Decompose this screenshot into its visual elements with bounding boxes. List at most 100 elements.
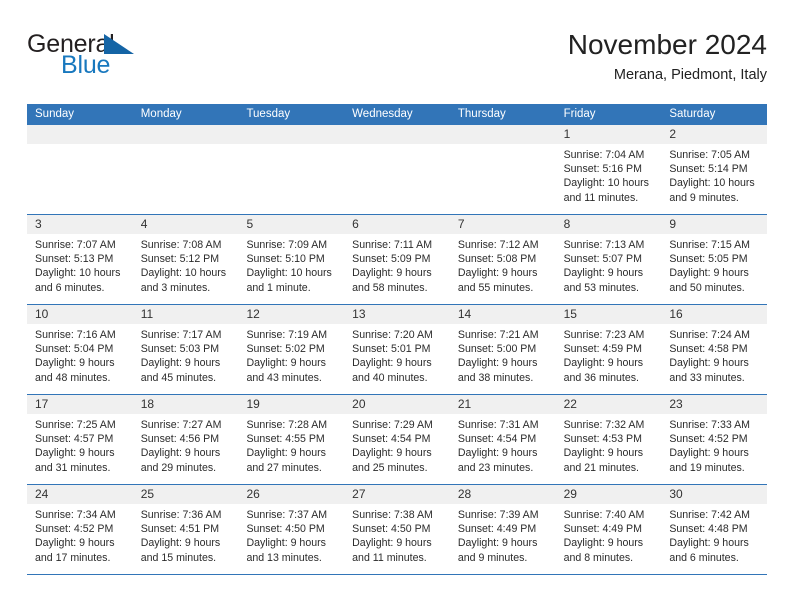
calendar-day-cell[interactable]: 7 Sunrise: 7:12 AM Sunset: 5:08 PM Daylight… [449,215,556,304]
calendar-day-cell[interactable]: 2 Sunrise: 7:05 AM Sunset: 5:14 PM Daylight… [661,125,768,214]
calendar-day-cell[interactable]: 3 Sunrise: 7:07 AM Sunset: 5:13 PM Daylight… [27,215,133,304]
day-detail-line: Daylight: 9 hours [457,447,538,460]
calendar-day-cell[interactable]: 18 Sunrise: 7:27 AM Sunset: 4:56 PM Dayligh… [132,395,239,484]
day-number: 22 [563,397,577,411]
calendar-day-cell[interactable]: 30 Sunrise: 7:42 AM Sunset: 4:48 PM Dayligh… [661,485,768,574]
day-detail-line: Sunrise: 7:20 AM [352,329,433,341]
day-details: Sunrise: 7:23 AM Sunset: 4:59 PM Daylight:… [556,324,662,385]
day-number: 27 [352,487,366,501]
day-number: 12 [246,307,260,321]
calendar-day-cell[interactable]: 22 Sunrise: 7:32 AM Sunset: 4:53 PM Dayligh… [555,395,662,484]
calendar-day-cell[interactable]: 15 Sunrise: 7:23 AM Sunset: 4:59 PM Dayligh… [555,305,662,394]
day-number: 8 [563,217,571,231]
day-detail-line: and 9 minutes. [457,551,528,564]
day-number-band: 25 [132,485,239,504]
day-number-band [344,125,450,144]
day-detail-line: and 9 minutes. [669,191,739,204]
general-blue-logo[interactable]: General Blue [27,28,227,84]
day-detail-line: Daylight: 9 hours [140,447,221,460]
day-number: 18 [140,397,155,411]
day-details: Sunrise: 7:24 AM Sunset: 4:58 PM Daylight:… [661,324,767,385]
day-detail-line: Daylight: 10 hours [35,267,121,280]
calendar-day-cell[interactable]: 20 Sunrise: 7:29 AM Sunset: 4:54 PM Dayligh… [344,395,450,484]
day-detail-line: Sunset: 5:04 PM [35,343,114,356]
day-number-band: 10 [27,305,133,324]
day-detail-line: Daylight: 10 hours [669,177,755,190]
day-detail-line: Daylight: 9 hours [352,537,432,550]
calendar-day-cell[interactable]: 19 Sunrise: 7:28 AM Sunset: 4:55 PM Dayligh… [238,395,345,484]
day-number-band: 18 [132,395,239,414]
day-detail-line: Sunrise: 7:16 AM [35,329,116,341]
calendar-week-row: 1 Sunrise: 7:04 AM Sunset: 5:16 PM Daylight… [27,125,768,215]
day-detail-line: Sunset: 4:52 PM [669,433,748,446]
day-detail-line: and 19 minutes. [669,461,745,474]
day-number-band: 21 [449,395,556,414]
day-detail-line: Sunset: 4:56 PM [140,433,220,446]
day-number: 2 [669,127,676,141]
day-details: Sunrise: 7:19 AM Sunset: 5:02 PM Daylight:… [238,324,344,385]
day-detail-line: and 29 minutes. [140,461,217,474]
day-detail-line: Sunset: 4:50 PM [246,523,325,536]
calendar-day-cell[interactable]: 27 Sunrise: 7:38 AM Sunset: 4:50 PM Dayligh… [344,485,450,574]
calendar-day-cell[interactable]: 10 Sunrise: 7:16 AM Sunset: 5:04 PM Dayligh… [27,305,133,394]
calendar-day-cell[interactable]: 4 Sunrise: 7:08 AM Sunset: 5:12 PM Daylight… [132,215,239,304]
day-number-band: 23 [661,395,768,414]
day-detail-line: and 40 minutes. [352,371,428,384]
calendar-day-cell[interactable]: 13 Sunrise: 7:20 AM Sunset: 5:01 PM Dayligh… [344,305,450,394]
calendar-day-cell[interactable]: 17 Sunrise: 7:25 AM Sunset: 4:57 PM Dayligh… [27,395,133,484]
calendar-day-cell[interactable]: 11 Sunrise: 7:17 AM Sunset: 5:03 PM Dayligh… [132,305,239,394]
calendar-page: General Blue November 2024 Merana, Piedm… [0,0,792,612]
calendar-day-cell[interactable]: 16 Sunrise: 7:24 AM Sunset: 4:58 PM Dayligh… [661,305,768,394]
day-detail-line: Sunset: 4:59 PM [563,343,642,356]
day-detail-line: Daylight: 9 hours [669,447,749,460]
weekday-header-tuesday: Tuesday [246,108,291,120]
calendar-day-cell[interactable]: 1 Sunrise: 7:04 AM Sunset: 5:16 PM Daylight… [555,125,662,214]
day-detail-line: and 13 minutes. [246,551,322,564]
day-details: Sunrise: 7:20 AM Sunset: 5:01 PM Daylight:… [344,324,450,385]
day-number-band: 7 [449,215,556,234]
day-detail-line: Daylight: 9 hours [563,447,644,460]
day-detail-line: Daylight: 9 hours [563,537,644,550]
calendar-day-cell[interactable]: 26 Sunrise: 7:37 AM Sunset: 4:50 PM Dayligh… [238,485,345,574]
day-detail-line: Daylight: 9 hours [352,357,432,370]
day-detail-line: and 25 minutes. [352,461,428,474]
calendar-day-cell[interactable]: 6 Sunrise: 7:11 AM Sunset: 5:09 PM Daylight… [344,215,450,304]
day-detail-line: Sunrise: 7:19 AM [246,329,328,341]
calendar-day-cell[interactable]: 24 Sunrise: 7:34 AM Sunset: 4:52 PM Dayligh… [27,485,133,574]
calendar-day-cell[interactable]: 29 Sunrise: 7:40 AM Sunset: 4:49 PM Dayligh… [555,485,662,574]
calendar-day-cell[interactable]: 9 Sunrise: 7:15 AM Sunset: 5:05 PM Daylight… [661,215,768,304]
day-details: Sunrise: 7:05 AM Sunset: 5:14 PM Daylight:… [661,144,767,205]
calendar-day-cell[interactable]: 25 Sunrise: 7:36 AM Sunset: 4:51 PM Dayligh… [132,485,239,574]
day-detail-line: Daylight: 10 hours [246,267,332,280]
calendar-day-cell[interactable]: 23 Sunrise: 7:33 AM Sunset: 4:52 PM Dayligh… [661,395,768,484]
day-detail-line: Daylight: 9 hours [457,357,538,370]
calendar-day-cell[interactable]: 21 Sunrise: 7:31 AM Sunset: 4:54 PM Dayligh… [449,395,556,484]
calendar-day-cell[interactable]: 5 Sunrise: 7:09 AM Sunset: 5:10 PM Daylight… [238,215,345,304]
day-number: 26 [246,487,260,501]
day-details: Sunrise: 7:21 AM Sunset: 5:00 PM Daylight:… [450,324,556,385]
calendar-day-cell[interactable]: 12 Sunrise: 7:19 AM Sunset: 5:02 PM Dayligh… [238,305,345,394]
day-number-band: 12 [238,305,345,324]
day-details: Sunrise: 7:37 AM Sunset: 4:50 PM Daylight:… [238,504,344,565]
day-number: 21 [457,397,472,411]
calendar-day-cell[interactable]: 14 Sunrise: 7:21 AM Sunset: 5:00 PM Dayligh… [449,305,556,394]
calendar-day-cell-empty [27,125,133,214]
day-number-band: 6 [344,215,450,234]
day-number: 5 [246,217,254,231]
day-detail-line: Sunset: 5:16 PM [563,163,642,176]
day-detail-line: Sunset: 5:14 PM [669,163,748,176]
calendar-day-cell[interactable]: 8 Sunrise: 7:13 AM Sunset: 5:07 PM Daylight… [555,215,662,304]
day-number: 13 [352,307,366,321]
day-detail-line: Sunset: 4:51 PM [140,523,220,536]
day-detail-line: Daylight: 9 hours [352,267,432,280]
day-number: 30 [669,487,683,501]
day-detail-line: Daylight: 9 hours [669,267,749,280]
calendar-day-cell[interactable]: 28 Sunrise: 7:39 AM Sunset: 4:49 PM Dayligh… [449,485,556,574]
day-detail-line: Sunrise: 7:23 AM [563,329,645,341]
day-details: Sunrise: 7:29 AM Sunset: 4:54 PM Daylight:… [344,414,450,475]
weekday-header-sunday: Sunday [35,108,75,120]
day-details: Sunrise: 7:11 AM Sunset: 5:09 PM Daylight:… [344,234,450,295]
weekday-header-monday: Monday [140,108,182,120]
day-detail-line: and 6 minutes. [669,551,739,564]
day-detail-line: and 48 minutes. [35,371,111,384]
